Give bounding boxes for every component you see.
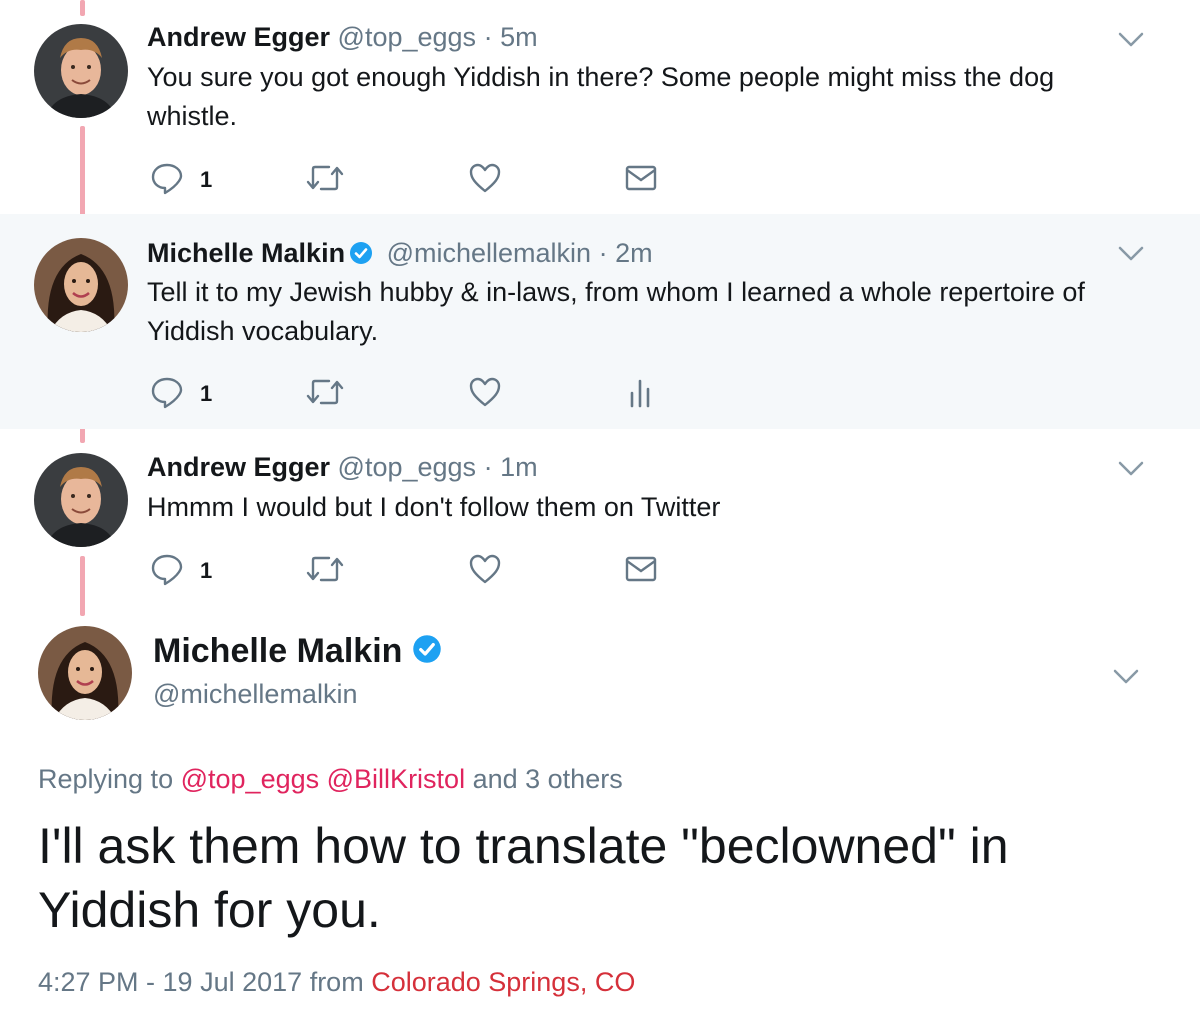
retweet-icon (305, 375, 345, 414)
heart-icon (468, 552, 502, 591)
tweet-actions: 1 (150, 374, 670, 414)
chevron-down-icon[interactable] (1117, 30, 1145, 50)
author-handle[interactable]: @michellemalkin (387, 238, 591, 268)
tweet-actions: 1 (150, 160, 670, 200)
author-handle[interactable]: @top_eggs (338, 22, 477, 52)
author-name[interactable]: Michelle Malkin (147, 238, 345, 268)
reply-count: 1 (200, 558, 213, 583)
tweet-time[interactable]: 1m (500, 452, 538, 482)
retweet-button[interactable] (305, 551, 345, 591)
mention-link[interactable]: @BillKristol (327, 764, 465, 794)
like-button[interactable] (468, 374, 502, 414)
direct-message-button[interactable] (624, 551, 658, 591)
heart-icon (468, 375, 502, 414)
separator: · (483, 22, 493, 52)
separator: · (598, 238, 608, 268)
from-label: from (309, 967, 364, 997)
thread-tweet[interactable]: Michelle Malkin @michellemalkin · 2m Tel… (0, 214, 1200, 429)
chevron-down-icon[interactable] (1117, 244, 1145, 264)
author-name[interactable]: Andrew Egger (147, 22, 330, 52)
tweet-timestamp[interactable]: 4:27 PM - 19 Jul 2017 (38, 967, 302, 997)
reply-icon (150, 161, 184, 200)
avatar[interactable] (34, 453, 128, 547)
analytics-icon (628, 375, 654, 414)
like-button[interactable] (468, 160, 502, 200)
chevron-down-icon[interactable] (1117, 459, 1145, 479)
retweet-button[interactable] (305, 160, 345, 200)
reply-button[interactable]: 1 (150, 551, 212, 591)
reply-count: 1 (200, 381, 213, 406)
mention-link[interactable]: @top_eggs (181, 764, 320, 794)
tweet-header: Andrew Egger @top_eggs · 1m (147, 452, 538, 483)
author-name[interactable]: Andrew Egger (147, 452, 330, 482)
location-link[interactable]: Colorado Springs, CO (371, 967, 635, 997)
main-tweet-text: I'll ask them how to translate "beclowne… (38, 818, 1009, 938)
reply-icon (150, 552, 184, 591)
avatar[interactable] (34, 238, 128, 332)
retweet-icon (305, 161, 345, 200)
verified-badge-icon (412, 634, 442, 673)
main-tweet-author: Michelle Malkin (153, 632, 448, 673)
thread-tweet[interactable]: Andrew Egger @top_eggs · 1m Hmmm I would… (0, 429, 1200, 616)
reply-count: 1 (200, 167, 213, 192)
author-handle[interactable]: @top_eggs (338, 452, 477, 482)
thread-tweet[interactable]: Andrew Egger @top_eggs · 5m You sure you… (0, 0, 1200, 214)
like-button[interactable] (468, 551, 502, 591)
tweet-header: Michelle Malkin @michellemalkin · 2m (147, 238, 653, 272)
envelope-icon (624, 552, 658, 591)
analytics-button[interactable] (628, 374, 654, 414)
tweet-header: Andrew Egger @top_eggs · 5m (147, 22, 538, 53)
tweet-actions: 1 (150, 551, 670, 591)
tweet-time[interactable]: 2m (615, 238, 653, 268)
heart-icon (468, 161, 502, 200)
verified-badge-icon (349, 241, 373, 272)
tweet-text: Hmmm I would but I don't follow them on … (147, 492, 721, 522)
tweet-text: You sure you got enough Yiddish in there… (147, 62, 1055, 131)
reply-icon (150, 375, 184, 414)
chevron-down-icon[interactable] (1112, 667, 1140, 687)
tweet-time[interactable]: 5m (500, 22, 538, 52)
separator: · (483, 452, 493, 482)
main-tweet-avatar[interactable] (38, 626, 132, 720)
reply-button[interactable]: 1 (150, 374, 212, 414)
avatar[interactable] (34, 24, 128, 118)
retweet-icon (305, 552, 345, 591)
reply-button[interactable]: 1 (150, 160, 212, 200)
author-name[interactable]: Michelle Malkin (153, 632, 402, 670)
envelope-icon (624, 161, 658, 200)
tweet-footer: 4:27 PM - 19 Jul 2017 from Colorado Spri… (38, 967, 635, 998)
replying-others[interactable]: and 3 others (473, 764, 623, 794)
direct-message-button[interactable] (624, 160, 658, 200)
author-handle[interactable]: @michellemalkin (153, 679, 357, 710)
replying-to: Replying to @top_eggs @BillKristol and 3… (38, 764, 623, 795)
tweet-thread-page: Andrew Egger @top_eggs · 5m You sure you… (0, 0, 1200, 1029)
retweet-button[interactable] (305, 374, 345, 414)
tweet-text: Tell it to my Jewish hubby & in-laws, fr… (147, 277, 1085, 346)
replying-prefix: Replying to (38, 764, 174, 794)
